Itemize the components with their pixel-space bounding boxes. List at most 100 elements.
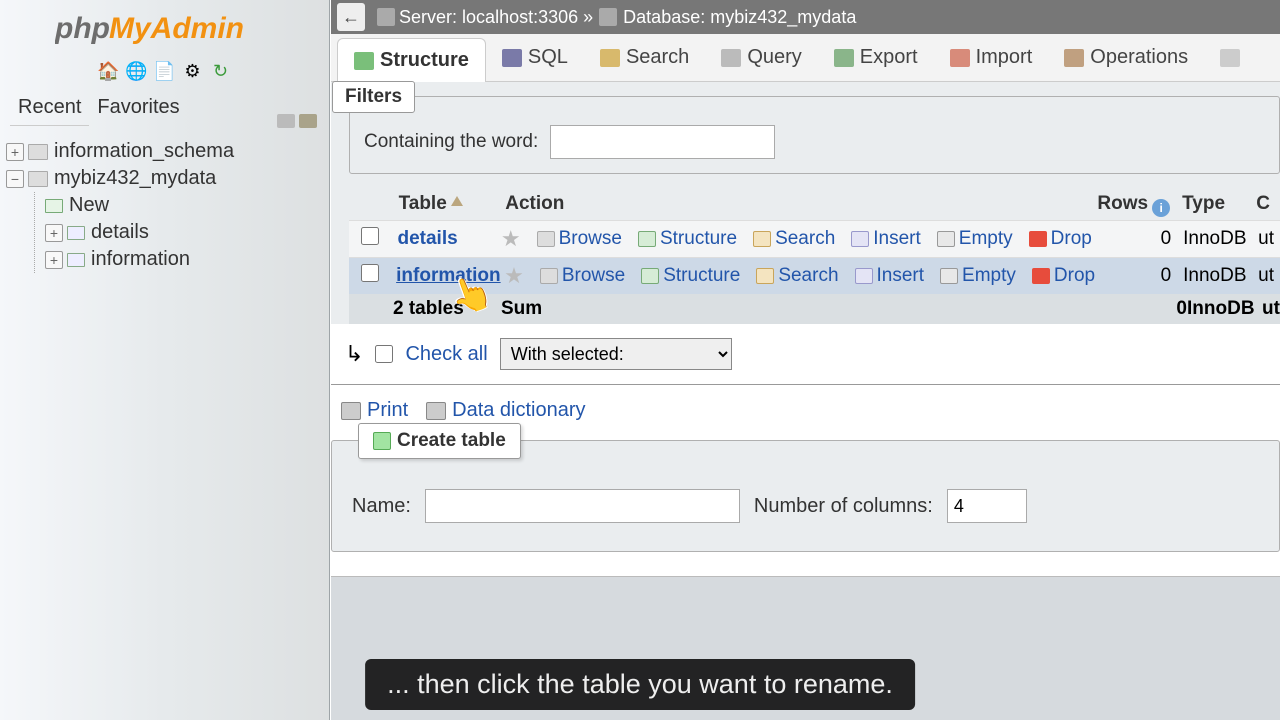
- search-icon: [756, 268, 774, 284]
- col-collation[interactable]: C: [1250, 188, 1280, 220]
- table-row: information ★ Browse Structure Search In…: [349, 257, 1280, 294]
- database-icon: [599, 8, 617, 26]
- server-icon: [377, 8, 395, 26]
- expand-icon[interactable]: +: [45, 224, 63, 242]
- import-icon: [950, 49, 970, 67]
- collapse-toggle-icon[interactable]: [277, 114, 295, 128]
- gear-icon[interactable]: ⚙: [182, 60, 204, 82]
- operations-icon: [1064, 49, 1084, 67]
- tab-label: Query: [747, 46, 801, 69]
- favorite-star-icon[interactable]: ★: [504, 263, 524, 289]
- action-insert[interactable]: Insert: [851, 228, 921, 250]
- action-drop[interactable]: Drop: [1032, 265, 1095, 287]
- sidebar-quick-icons: 🏠 🌐 📄 ⚙ ↻: [0, 56, 329, 90]
- create-table-icon: [373, 432, 391, 450]
- with-selected-dropdown[interactable]: With selected:: [500, 338, 732, 370]
- action-search[interactable]: Search: [753, 228, 835, 250]
- filters-box: Filters Containing the word:: [349, 96, 1280, 174]
- world-icon[interactable]: 🌐: [126, 60, 148, 82]
- main-panel: ← Server: localhost:3306 » Database: myb…: [331, 0, 1280, 720]
- breadcrumb-db-label: Database:: [623, 7, 705, 28]
- tab-import[interactable]: Import: [934, 34, 1049, 81]
- tab-sql[interactable]: SQL: [486, 34, 584, 81]
- tab-favorites[interactable]: Favorites: [89, 94, 187, 126]
- col-rows[interactable]: Rows: [1097, 193, 1148, 214]
- action-empty[interactable]: Empty: [940, 265, 1016, 287]
- action-empty[interactable]: Empty: [937, 228, 1013, 250]
- breadcrumb-separator: »: [583, 7, 593, 28]
- tab-more[interactable]: [1204, 34, 1256, 81]
- home-icon[interactable]: 🏠: [98, 60, 120, 82]
- tree-db-information-schema[interactable]: + information_schema: [6, 138, 329, 165]
- empty-icon: [940, 268, 958, 284]
- structure-icon: [354, 52, 374, 70]
- tab-search[interactable]: Search: [584, 34, 705, 81]
- action-browse[interactable]: Browse: [537, 228, 622, 250]
- breadcrumb-db-value[interactable]: mybiz432_mydata: [710, 7, 856, 28]
- action-insert[interactable]: Insert: [855, 265, 925, 287]
- action-label: Empty: [962, 265, 1016, 287]
- svg-text:MyAdmin: MyAdmin: [109, 12, 244, 45]
- link-icon[interactable]: [299, 114, 317, 128]
- summary-rows: 0: [1097, 298, 1187, 320]
- tree-table-information[interactable]: + information: [45, 246, 329, 273]
- expand-icon[interactable]: +: [45, 251, 63, 269]
- filter-containing-input[interactable]: [550, 125, 775, 159]
- link-label: Data dictionary: [452, 399, 585, 422]
- favorite-star-icon[interactable]: ★: [501, 226, 521, 252]
- info-icon[interactable]: i: [1152, 199, 1170, 217]
- link-label: Print: [367, 399, 408, 422]
- row-checkbox[interactable]: [361, 227, 379, 245]
- expand-icon[interactable]: +: [6, 143, 24, 161]
- tree-new-table[interactable]: New: [45, 192, 329, 219]
- create-table-name-input[interactable]: [425, 489, 740, 523]
- tab-operations[interactable]: Operations: [1048, 34, 1204, 81]
- tab-recent[interactable]: Recent: [10, 94, 89, 126]
- insert-icon: [855, 268, 873, 284]
- collapse-icon[interactable]: −: [6, 170, 24, 188]
- breadcrumb-server-label: Server:: [399, 7, 457, 28]
- action-drop[interactable]: Drop: [1029, 228, 1092, 250]
- tab-export[interactable]: Export: [818, 34, 934, 81]
- tree-item-label: New: [69, 194, 109, 217]
- row-count: 0: [1091, 223, 1177, 255]
- row-checkbox[interactable]: [361, 264, 379, 282]
- database-icon: [28, 171, 48, 187]
- tab-query[interactable]: Query: [705, 34, 817, 81]
- table-name-link[interactable]: details: [397, 228, 457, 249]
- tab-label: Export: [860, 46, 918, 69]
- filters-legend: Filters: [332, 81, 415, 113]
- nav-back-button[interactable]: ←: [337, 3, 365, 31]
- sort-asc-icon[interactable]: [451, 196, 465, 208]
- data-dictionary-link[interactable]: Data dictionary: [426, 399, 585, 422]
- table-name-link[interactable]: information: [396, 265, 501, 286]
- breadcrumb-bar: ← Server: localhost:3306 » Database: myb…: [331, 0, 1280, 34]
- structure-icon: [638, 231, 656, 247]
- doc-icon[interactable]: 📄: [154, 60, 176, 82]
- create-table-cols-input[interactable]: [947, 489, 1027, 523]
- db-tree: + information_schema − mybiz432_mydata N…: [0, 132, 329, 273]
- table-icon: [67, 253, 85, 267]
- action-label: Insert: [877, 265, 925, 287]
- search-icon: [600, 49, 620, 67]
- tree-db-mybiz432-mydata[interactable]: − mybiz432_mydata: [6, 165, 329, 192]
- sidebar-collapse-controls: [277, 114, 317, 128]
- tab-structure[interactable]: Structure: [337, 38, 486, 82]
- breadcrumb-server-value[interactable]: localhost:3306: [462, 7, 578, 28]
- action-structure[interactable]: Structure: [641, 265, 740, 287]
- tutorial-caption: ... then click the table you want to ren…: [365, 659, 915, 710]
- tree-table-details[interactable]: + details: [45, 219, 329, 246]
- col-table[interactable]: Table: [399, 193, 447, 214]
- tables-list: Table Action Rowsi Type C details ★ Brow…: [349, 188, 1280, 324]
- action-search[interactable]: Search: [756, 265, 838, 287]
- action-label: Empty: [959, 228, 1013, 250]
- reload-icon[interactable]: ↻: [210, 60, 232, 82]
- check-all-checkbox[interactable]: [375, 345, 393, 363]
- print-link[interactable]: Print: [341, 399, 408, 422]
- action-browse[interactable]: Browse: [540, 265, 625, 287]
- col-type[interactable]: Type: [1176, 188, 1250, 220]
- search-icon: [753, 231, 771, 247]
- check-all-label[interactable]: Check all: [405, 343, 487, 366]
- action-structure[interactable]: Structure: [638, 228, 737, 250]
- arrow-up-icon: ↳: [345, 341, 363, 367]
